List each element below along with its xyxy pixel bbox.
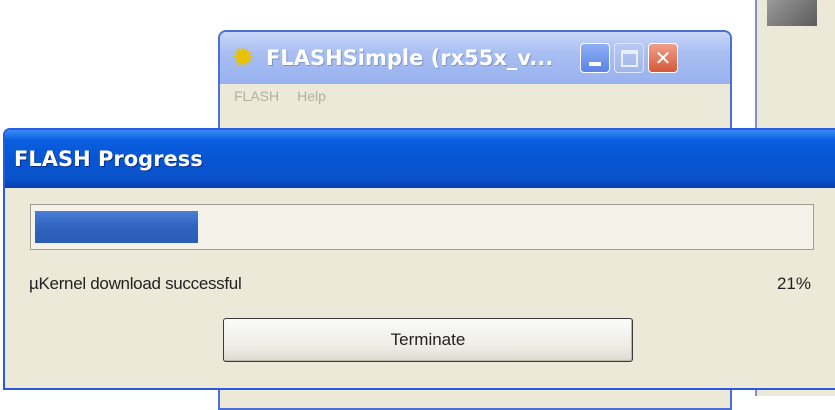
progress-bar — [30, 204, 814, 250]
flash-progress-dialog: FLASH Progress µKernel download successf… — [3, 128, 835, 390]
dialog-titlebar[interactable]: FLASH Progress — [5, 130, 835, 188]
close-button[interactable]: ✕ — [648, 43, 678, 73]
maximize-button[interactable] — [614, 43, 644, 73]
status-text: µKernel download successful — [29, 274, 242, 293]
sparkle-icon: ✹ — [231, 41, 255, 74]
flashsimple-title: FLASHSimple (rx55x_v... — [266, 46, 554, 70]
window-thumbnail — [767, 0, 817, 26]
maximize-icon — [620, 49, 638, 67]
flashsimple-titlebar[interactable]: ✹ FLASHSimple (rx55x_v... ✕ — [220, 32, 730, 84]
menu-help[interactable]: Help — [297, 88, 326, 104]
menu-flash[interactable]: FLASH — [234, 88, 279, 104]
menu-bar: FLASH Help — [220, 84, 730, 108]
minimize-icon — [589, 62, 601, 66]
terminate-button[interactable]: Terminate — [223, 318, 633, 362]
dialog-title: FLASH Progress — [14, 147, 203, 171]
minimize-button[interactable] — [580, 43, 610, 73]
progress-fill — [35, 211, 198, 243]
progress-percent: 21% — [776, 274, 811, 293]
close-icon: ✕ — [654, 46, 672, 70]
